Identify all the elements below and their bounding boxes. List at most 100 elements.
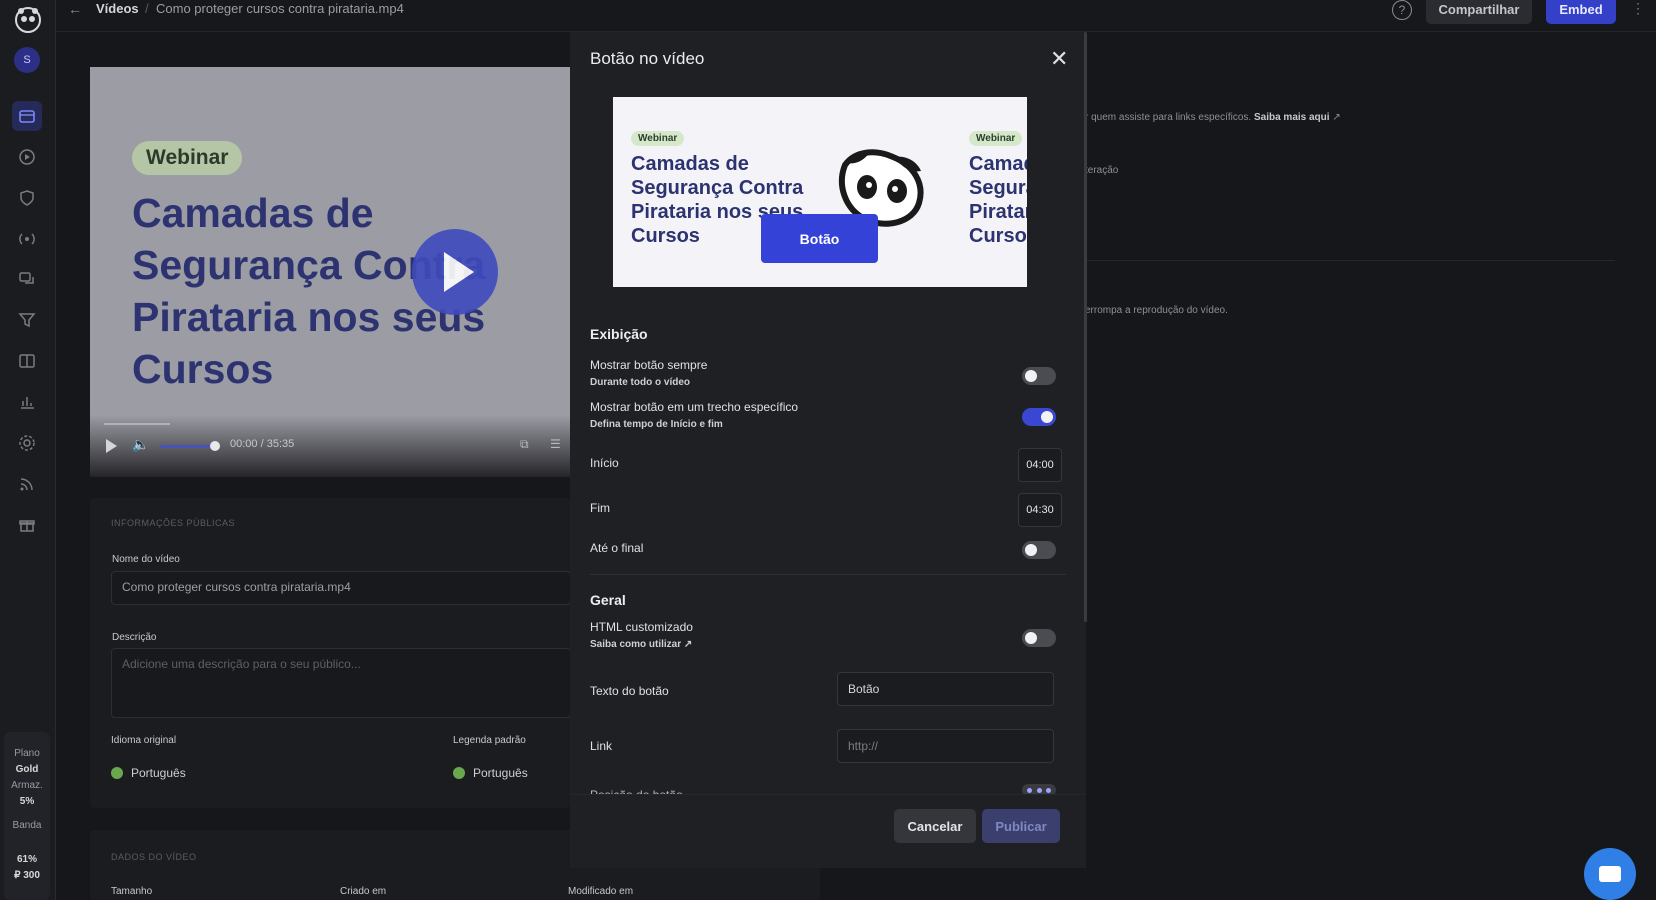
start-time-label: Início bbox=[590, 456, 619, 470]
time-current: 00:00 bbox=[230, 438, 258, 450]
play-icon[interactable] bbox=[106, 439, 117, 453]
public-info-caption: INFORMAÇÕES PÚBLICAS bbox=[111, 518, 236, 528]
preview-cta-button: Botão bbox=[761, 214, 878, 263]
video-button-modal: Botão no vídeo ✕ Webinar Camadas de Segu… bbox=[570, 32, 1086, 868]
button-preview: Webinar Camadas de Segurança Contra Pira… bbox=[613, 97, 1027, 287]
show-always-toggle[interactable] bbox=[1022, 367, 1056, 385]
plan-usage-panel[interactable]: Plano Gold Armaz. 5% Banda 61% ₽ 300 bbox=[4, 732, 50, 900]
progress-bar[interactable] bbox=[104, 423, 170, 425]
more-options-icon[interactable]: ⋮ bbox=[1631, 0, 1645, 17]
cancel-button[interactable]: Cancelar bbox=[894, 809, 976, 843]
publish-button[interactable]: Publicar bbox=[982, 809, 1060, 843]
description-textarea[interactable]: Adicione uma descrição para o seu públic… bbox=[111, 648, 571, 718]
volume-slider[interactable] bbox=[160, 445, 216, 448]
close-icon[interactable]: ✕ bbox=[1050, 46, 1068, 72]
rss-icon[interactable] bbox=[16, 473, 38, 495]
learn-more-link[interactable]: Saiba mais aqui bbox=[1254, 112, 1330, 123]
link-label: Link bbox=[590, 739, 613, 753]
modified-label: Modificado em bbox=[568, 886, 634, 897]
button-text-input[interactable]: Botão bbox=[837, 672, 1054, 706]
video-tag: Webinar bbox=[132, 141, 243, 175]
analytics-icon[interactable] bbox=[16, 391, 38, 413]
time-total: 35:35 bbox=[266, 438, 295, 450]
until-end-label: Até o final bbox=[590, 541, 644, 555]
big-play-button[interactable] bbox=[412, 229, 498, 315]
display-section-title: Exibição bbox=[590, 326, 648, 342]
button-text-label: Texto do botão bbox=[590, 684, 669, 698]
default-subtitle-select[interactable]: Português bbox=[453, 766, 528, 780]
brazil-flag-icon bbox=[453, 767, 465, 779]
funnel-icon[interactable] bbox=[16, 309, 38, 331]
modal-title: Botão no vídeo bbox=[590, 49, 705, 68]
top-bar: ← Vídeos / Como proteger cursos contra p… bbox=[56, 0, 1656, 32]
custom-html-help-link[interactable]: Saiba como utilizar ↗ bbox=[590, 639, 692, 650]
plan-name: Gold bbox=[15, 764, 39, 775]
panda-logo-icon[interactable] bbox=[14, 6, 42, 34]
video-name-label: Nome do vídeo bbox=[112, 554, 180, 565]
link-input[interactable]: http:// bbox=[837, 729, 1054, 763]
bandwidth-value: 61% bbox=[16, 854, 37, 865]
captions-icon[interactable]: ⧉ bbox=[520, 437, 529, 452]
time-display: 00:00 / 35:35 bbox=[230, 438, 294, 450]
bandwidth-label: Banda bbox=[12, 820, 42, 831]
show-segment-toggle[interactable] bbox=[1022, 408, 1056, 426]
external-link-icon: ↗ bbox=[683, 639, 693, 650]
video-name-input[interactable]: Como proteger cursos contra pirataria.mp… bbox=[111, 571, 571, 605]
player-controls: 🔈 00:00 / 35:35 ⧉ ☰ bbox=[90, 415, 570, 477]
storage-value: 5% bbox=[19, 796, 35, 807]
avatar[interactable]: S bbox=[14, 47, 40, 73]
volume-icon[interactable]: 🔈 bbox=[132, 436, 149, 453]
play-icon[interactable] bbox=[16, 146, 38, 168]
embed-button[interactable]: Embed bbox=[1546, 0, 1616, 24]
sidebar: S Plano Gold Armaz. 5% Banda 61% ₽ 300 bbox=[0, 0, 56, 900]
breadcrumb-separator: / bbox=[145, 1, 149, 16]
show-segment-label: Mostrar botão em um trecho específico bbox=[590, 400, 799, 414]
gift-icon[interactable] bbox=[16, 514, 38, 536]
section-divider bbox=[590, 574, 1066, 575]
custom-html-toggle[interactable] bbox=[1022, 629, 1056, 647]
show-segment-sublabel: Defina tempo de Início e fim bbox=[590, 419, 723, 430]
brazil-flag-icon bbox=[111, 767, 123, 779]
start-time-input[interactable]: 04:00 bbox=[1018, 448, 1062, 482]
time-separator: / bbox=[260, 438, 264, 450]
help-icon[interactable]: ? bbox=[1392, 0, 1412, 20]
breadcrumb-current-file: Como proteger cursos contra pirataria.mp… bbox=[156, 1, 404, 16]
background-text-3: errompa a reprodução do vídeo. bbox=[1085, 305, 1228, 316]
credits-value: ₽ 300 bbox=[14, 870, 40, 881]
modal-footer: Cancelar Publicar bbox=[570, 794, 1086, 868]
modal-scrollbar[interactable] bbox=[1084, 32, 1087, 622]
ab-test-icon[interactable] bbox=[16, 350, 38, 372]
default-subtitle-label: Legenda padrão bbox=[453, 735, 526, 746]
video-data-caption: DADOS DO VÍDEO bbox=[111, 852, 197, 862]
breadcrumb-videos[interactable]: Vídeos bbox=[96, 1, 139, 16]
end-time-label: Fim bbox=[590, 501, 610, 515]
description-label: Descrição bbox=[112, 632, 157, 643]
chat-icon[interactable]: ☰ bbox=[550, 437, 561, 451]
until-end-toggle[interactable] bbox=[1022, 541, 1056, 559]
broadcast-icon[interactable] bbox=[16, 228, 38, 250]
created-label: Criado em bbox=[340, 886, 387, 897]
settings-icon[interactable] bbox=[16, 432, 38, 454]
shield-icon[interactable] bbox=[16, 187, 38, 209]
original-language-select[interactable]: Português bbox=[111, 766, 186, 780]
storage-label: Armaz. bbox=[11, 780, 43, 791]
comments-icon[interactable] bbox=[16, 268, 38, 290]
custom-html-label: HTML customizado bbox=[590, 620, 693, 634]
support-chat-icon[interactable] bbox=[1584, 848, 1636, 900]
external-link-icon: ↗ bbox=[1332, 112, 1341, 123]
video-player[interactable]: Webinar Camadas de Segurança Contra Pira… bbox=[90, 67, 570, 477]
preview-tag-repeat: Webinar bbox=[969, 131, 1023, 146]
show-always-label: Mostrar botão sempre bbox=[590, 358, 708, 372]
preview-title-repeat: Camadas de Segurança Contra Pirataria no… bbox=[969, 153, 1027, 247]
public-info-panel: INFORMAÇÕES PÚBLICAS Nome do vídeo Como … bbox=[90, 498, 571, 808]
show-always-sublabel: Durante todo o vídeo bbox=[590, 377, 690, 388]
size-label: Tamanho bbox=[111, 886, 153, 897]
background-description: r quem assiste para links específicos. S… bbox=[1085, 112, 1341, 123]
end-time-input[interactable]: 04:30 bbox=[1018, 493, 1062, 527]
volume-knob[interactable] bbox=[210, 441, 220, 451]
plan-label: Plano bbox=[14, 748, 40, 759]
back-arrow-icon[interactable]: ← bbox=[68, 1, 82, 17]
preview-tag: Webinar bbox=[631, 131, 685, 146]
videos-icon[interactable] bbox=[12, 101, 42, 131]
share-button[interactable]: Compartilhar bbox=[1426, 0, 1532, 24]
